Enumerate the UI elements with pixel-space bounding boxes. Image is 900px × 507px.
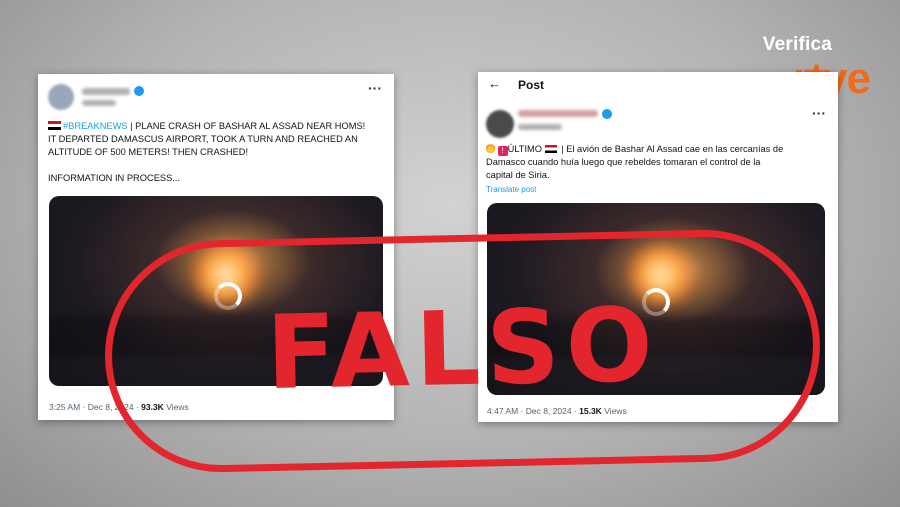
tweet-text: ! ÚLTIMO | El avión de Bashar Al Assad ca… xyxy=(486,142,834,182)
more-icon[interactable]: ··· xyxy=(812,105,826,121)
breaking-badge-label: ÚLTIMO xyxy=(507,144,543,154)
blurred-handle xyxy=(518,124,562,130)
tweet-header: ··· xyxy=(38,74,394,118)
tweet-text: #BREAKNEWS | PLANE CRASH OF BASHAR AL AS… xyxy=(48,120,388,185)
verified-icon xyxy=(602,109,612,119)
blurred-username xyxy=(82,88,130,95)
blurred-username xyxy=(518,110,598,117)
falso-stamp-label: FALSO xyxy=(265,285,660,414)
avatar xyxy=(486,110,514,138)
fire-emoji-icon xyxy=(486,142,495,153)
back-arrow-icon[interactable]: ← xyxy=(488,76,501,91)
hashtag-link[interactable]: #BREAKNEWS xyxy=(63,121,128,131)
brand-verifica-text: Verifica xyxy=(762,34,832,55)
post-header-title: Post xyxy=(518,78,545,92)
translate-post-link[interactable]: Translate post xyxy=(486,185,536,194)
verified-icon xyxy=(134,86,144,96)
syria-flag-icon xyxy=(48,121,61,130)
tweet-text-line1: | El avión de Bashar Al Assad cae en las… xyxy=(558,144,784,154)
syria-flag-icon xyxy=(544,145,557,153)
tweet-text-line3: ALTITUDE OF 500 METERS! THEN CRASHED! xyxy=(48,147,249,157)
tweet-text-line3: capital de Siria. xyxy=(486,170,550,180)
alert-emoji-icon: ! xyxy=(497,146,508,156)
more-icon[interactable]: ··· xyxy=(368,80,382,96)
falso-stamp: FALSO xyxy=(102,227,823,475)
avatar xyxy=(48,84,74,110)
tweet-text-line2: IT DEPARTED DAMASCUS AIRPORT, TOOK A TUR… xyxy=(48,134,358,144)
tweet-text-line2: Damasco cuando huía luego que rebeldes t… xyxy=(486,157,761,167)
blurred-handle xyxy=(82,100,116,106)
tweet-text-line4: INFORMATION IN PROCESS... xyxy=(48,173,181,183)
tweet-text-line1: | PLANE CRASH OF BASHAR AL ASSAD NEAR HO… xyxy=(127,121,366,131)
